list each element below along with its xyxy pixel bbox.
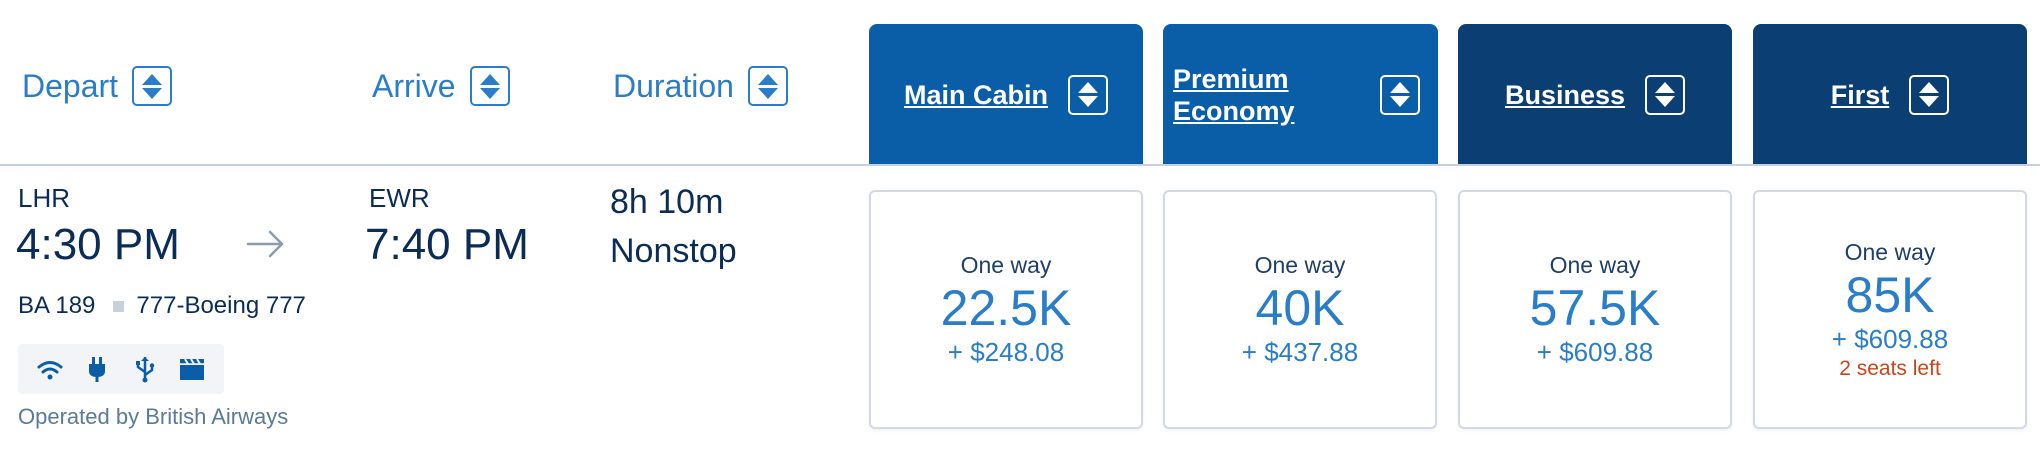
fare-main-cabin[interactable]: One way 22.5K + $248.08 xyxy=(869,190,1143,429)
cabin-header-business[interactable]: Business xyxy=(1458,24,1732,165)
cabin-header-main-cabin[interactable]: Main Cabin xyxy=(869,24,1143,165)
separator-dot xyxy=(113,300,125,312)
sort-arrows-icon[interactable] xyxy=(1068,74,1108,115)
right-arrow-icon xyxy=(246,224,286,269)
fare-first[interactable]: One way 85K + $609.88 2 seats left xyxy=(1753,190,2027,429)
cabin-label-line2: Economy xyxy=(1173,95,1295,126)
arrive-time: 7:40 PM xyxy=(365,220,529,269)
sort-arrive-header[interactable]: Arrive xyxy=(372,66,510,106)
fare-trip-type: One way xyxy=(1254,251,1346,278)
fare-miles: 22.5K xyxy=(940,279,1072,336)
depart-time: 4:30 PM xyxy=(16,220,180,269)
depart-label: Depart xyxy=(22,67,119,104)
fare-taxes: + $609.88 xyxy=(1831,323,1949,354)
header-divider xyxy=(0,164,2040,166)
cabin-header-premium-economy[interactable]: Premium Economy xyxy=(1163,24,1438,165)
sort-arrows-icon[interactable] xyxy=(1380,74,1420,115)
fare-miles: 57.5K xyxy=(1529,279,1661,336)
fare-business[interactable]: One way 57.5K + $609.88 xyxy=(1458,190,1732,429)
fare-miles: 85K xyxy=(1845,266,1935,323)
duration-label: Duration xyxy=(613,67,734,104)
fare-trip-type: One way xyxy=(960,251,1052,278)
fare-taxes: + $609.88 xyxy=(1536,336,1654,367)
fare-premium-economy[interactable]: One way 40K + $437.88 xyxy=(1163,190,1437,429)
sort-arrows-icon[interactable] xyxy=(132,66,173,106)
seats-left-badge: 2 seats left xyxy=(1839,356,1941,380)
sort-arrows-icon[interactable] xyxy=(1645,74,1686,115)
amenities-bar[interactable] xyxy=(18,344,224,394)
flight-info: BA 189 777-Boeing 777 xyxy=(18,292,306,320)
cabin-label: First xyxy=(1830,79,1890,110)
destination-airport: EWR xyxy=(369,183,430,213)
sort-depart-header[interactable]: Depart xyxy=(22,66,173,106)
sort-arrows-icon[interactable] xyxy=(1909,74,1950,115)
flight-duration: 8h 10m xyxy=(610,183,724,221)
arrive-label: Arrive xyxy=(372,67,456,104)
cabin-label: Main Cabin xyxy=(903,79,1048,110)
origin-airport: LHR xyxy=(18,183,71,213)
operated-by: Operated by British Airways xyxy=(18,404,289,429)
sort-arrows-icon[interactable] xyxy=(469,66,510,106)
fare-taxes: + $437.88 xyxy=(1241,336,1359,367)
fare-miles: 40K xyxy=(1255,279,1345,336)
sort-duration-header[interactable]: Duration xyxy=(613,66,788,106)
wifi-icon xyxy=(33,352,67,386)
sort-arrows-icon[interactable] xyxy=(747,66,788,106)
aircraft-type[interactable]: 777-Boeing 777 xyxy=(136,292,305,320)
stops-text: Nonstop xyxy=(610,232,737,270)
cabin-label-line1: Premium xyxy=(1173,63,1289,94)
power-plug-icon xyxy=(80,352,114,386)
usb-icon xyxy=(128,352,162,386)
fare-trip-type: One way xyxy=(1549,251,1641,278)
cabin-label: Business xyxy=(1504,79,1626,110)
fare-trip-type: One way xyxy=(1844,238,1936,265)
entertainment-icon xyxy=(175,352,209,386)
cabin-label: Premium Economy xyxy=(1173,63,1295,127)
flight-number[interactable]: BA 189 xyxy=(18,292,95,320)
fare-taxes: + $248.08 xyxy=(947,336,1065,367)
cabin-header-first[interactable]: First xyxy=(1753,24,2027,165)
